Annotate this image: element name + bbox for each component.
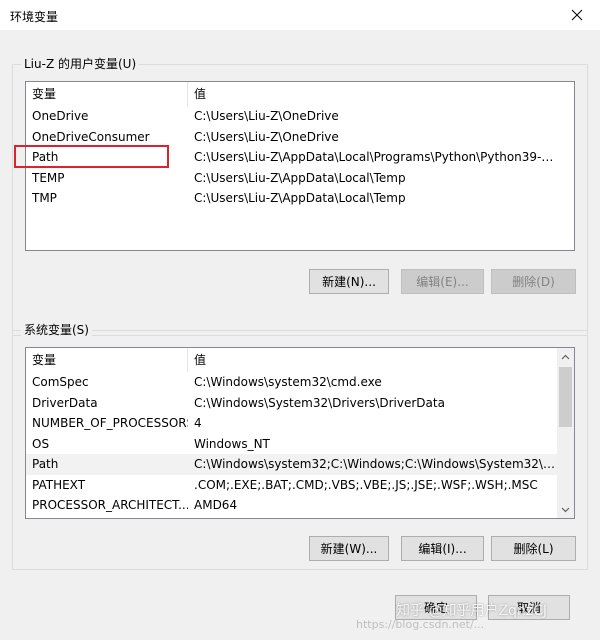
user-variables-group: Liu-Z 的用户变量(U) 变量 值 OneDrive C:\Users\Li… (12, 57, 588, 336)
list-item[interactable]: NUMBER_OF_PROCESSORS 4 (26, 413, 574, 434)
list-item[interactable]: OS Windows_NT (26, 434, 574, 455)
variable-name: PATHEXT (32, 477, 86, 492)
system-variables-list[interactable]: 变量 值 ComSpec C:\Windows\system32\cmd.exe… (25, 347, 575, 519)
system-variables-title: 系统变量(S) (21, 323, 92, 337)
column-header-value[interactable]: 值 (188, 82, 568, 106)
list-item[interactable]: ComSpec C:\Windows\system32\cmd.exe (26, 372, 574, 393)
user-new-button[interactable]: 新建(N)... (309, 269, 389, 294)
variable-value: C:\Windows\System32\Drivers\DriverData (194, 395, 445, 410)
title-bar: 环境变量 (0, 0, 600, 30)
list-item[interactable]: DriverData C:\Windows\System32\Drivers\D… (26, 393, 574, 414)
column-header-variable[interactable]: 变量 (26, 82, 188, 106)
variable-name: ComSpec (32, 375, 89, 389)
user-delete-button[interactable]: 删除(D) (491, 269, 576, 294)
window-title: 环境变量 (10, 10, 59, 24)
list-item[interactable]: PATHEXT .COM;.EXE;.BAT;.CMD;.VBS;.VBE;.J… (26, 475, 574, 496)
variable-value: C:\Windows\system32;C:\Windows;C:\Window… (194, 457, 556, 471)
system-delete-button[interactable]: 删除(L) (491, 536, 576, 561)
variable-value: C:\Users\Liu-Z\OneDrive (194, 109, 339, 123)
variable-value: 4 (194, 416, 202, 430)
variable-value: AMD64 (194, 498, 238, 512)
variable-value: Windows_NT (194, 436, 270, 451)
chevron-down-icon (561, 507, 570, 512)
list-header: 变量 值 (26, 82, 574, 106)
watermark-text: 知乎 @知乎用户ZqnzCJ (396, 603, 548, 619)
variable-value: C:\Users\Liu-Z\AppData\Local\Temp (194, 191, 406, 205)
system-variables-group: 系统变量(S) 变量 值 ComSpec C:\Windows\system32… (12, 323, 588, 570)
highlight-box (14, 145, 169, 168)
user-variables-title: Liu-Z 的用户变量(U) (21, 57, 140, 71)
list-item[interactable]: TEMP C:\Users\Liu-Z\AppData\Local\Temp (26, 168, 574, 189)
variable-name: PROCESSOR_ARCHITECT... (32, 498, 188, 512)
scroll-up-button[interactable] (557, 348, 574, 365)
variable-name: OS (32, 436, 50, 451)
close-icon (571, 9, 583, 21)
variable-value: .COM;.EXE;.BAT;.CMD;.VBS;.VBE;.JS;.JSE;.… (194, 477, 538, 492)
variable-value: C:\Users\Liu-Z\AppData\Local\Programs\Py… (194, 150, 556, 164)
vertical-scrollbar[interactable] (557, 348, 574, 518)
variable-name: OneDriveConsumer (32, 129, 150, 144)
list-item[interactable]: OneDriveConsumer C:\Users\Liu-Z\OneDrive (26, 127, 574, 148)
system-new-button[interactable]: 新建(W)... (309, 536, 389, 561)
variable-value: C:\Users\Liu-Z\OneDrive (194, 129, 339, 144)
close-button[interactable] (554, 0, 600, 30)
column-header-variable[interactable]: 变量 (26, 348, 188, 372)
scroll-down-button[interactable] (557, 501, 574, 518)
variable-value: C:\Windows\system32\cmd.exe (194, 375, 382, 389)
list-item[interactable]: TMP C:\Users\Liu-Z\AppData\Local\Temp (26, 188, 574, 209)
system-edit-button[interactable]: 编辑(I)... (401, 536, 484, 561)
variable-name: Path (32, 457, 59, 471)
list-item[interactable]: PROCESSOR_ARCHITECT... AMD64 (26, 495, 574, 516)
variable-name: TEMP (32, 170, 65, 185)
variable-name: OneDrive (32, 109, 89, 123)
variable-value: C:\Users\Liu-Z\AppData\Local\Temp (194, 170, 406, 185)
variable-name: NUMBER_OF_PROCESSORS (32, 416, 188, 430)
column-header-value[interactable]: 值 (188, 348, 568, 372)
user-edit-button[interactable]: 编辑(E)... (401, 269, 484, 294)
watermark-url: https://blog.csdn.net/... (356, 618, 485, 631)
dialog-body: Liu-Z 的用户变量(U) 变量 值 OneDrive C:\Users\Li… (0, 30, 600, 640)
chevron-up-icon (561, 354, 570, 359)
list-item[interactable]: Path C:\Windows\system32;C:\Windows;C:\W… (26, 454, 574, 475)
variable-name: DriverData (32, 395, 98, 410)
variable-name: TMP (32, 191, 57, 205)
scroll-thumb[interactable] (559, 367, 572, 427)
list-header: 变量 值 (26, 348, 574, 372)
list-item[interactable]: OneDrive C:\Users\Liu-Z\OneDrive (26, 106, 574, 127)
